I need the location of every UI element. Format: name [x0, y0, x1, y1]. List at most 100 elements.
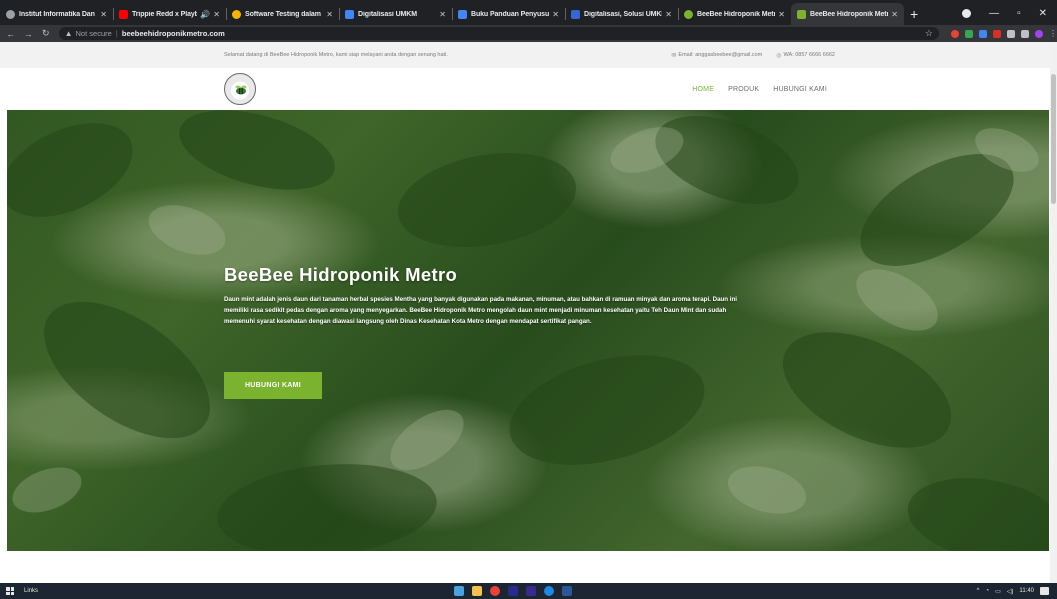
site-header: HOME PRODUK HUBUNGI KAMI	[0, 68, 1057, 110]
email-text: Email: anggasbeebee@gmail.com	[678, 52, 763, 58]
pen-app-icon[interactable]	[454, 586, 464, 596]
whatsapp-text: WA: 0857 6666 6662	[783, 52, 835, 58]
tab-title: Software Testing dalam In	[245, 10, 324, 18]
browser-tab[interactable]: Digitalisasi, Solusi UMKM ✕	[565, 3, 678, 25]
close-icon[interactable]: ✕	[552, 10, 559, 19]
clock[interactable]: 11:40	[1019, 588, 1034, 594]
back-icon[interactable]: ←	[4, 29, 18, 39]
grid-icon	[571, 9, 580, 19]
notification-icon[interactable]	[1040, 587, 1049, 595]
chrome-icon[interactable]	[490, 586, 500, 596]
document-icon	[458, 9, 467, 19]
avatar[interactable]	[1034, 29, 1043, 38]
contact-info: ✉ Email: anggasbeebee@gmail.com ◎ WA: 08…	[671, 52, 835, 59]
file-explorer-icon[interactable]	[472, 586, 482, 596]
extension-icon[interactable]	[964, 29, 973, 38]
browser-tab-active[interactable]: BeeBee Hidroponik Metro ✕	[791, 3, 904, 25]
bookmark-star-icon[interactable]: ☆	[925, 28, 933, 39]
not-secure-label[interactable]: Not secure	[76, 29, 112, 38]
browser-tab[interactable]: Buku Panduan Penyusuna ✕	[452, 3, 565, 25]
globe-icon	[6, 9, 15, 19]
youtube-icon	[119, 9, 128, 19]
hubungi-kami-button[interactable]: HUBUNGI KAMI	[224, 372, 322, 399]
warning-icon[interactable]: ▲	[65, 29, 73, 38]
tab-title: Institut Informatika Dan Bi	[19, 10, 98, 18]
nav-hubungi-kami[interactable]: HUBUNGI KAMI	[773, 86, 827, 93]
website: Selamat datang di BeeBee Hidroponik Metr…	[0, 42, 1057, 583]
document-icon	[345, 9, 354, 19]
url-text[interactable]: beebeehidroponikmetro.com	[122, 29, 225, 38]
hero-description: Daun mint adalah jenis daun dari tanaman…	[224, 296, 738, 325]
forward-icon[interactable]: →	[22, 29, 36, 39]
premiere-icon[interactable]	[508, 586, 518, 596]
close-window-icon[interactable]: ✕	[1039, 8, 1047, 19]
site-logo[interactable]	[224, 73, 256, 105]
browser-app-icon[interactable]	[544, 586, 554, 596]
network-icon[interactable]: ◔	[986, 588, 990, 594]
close-icon[interactable]: ✕	[891, 10, 898, 19]
volume-icon[interactable]: ◁)	[1007, 588, 1014, 595]
browser-tab[interactable]: Software Testing dalam In ✕	[226, 3, 339, 25]
top-info-bar: Selamat datang di BeeBee Hidroponik Metr…	[0, 42, 1057, 68]
chevron-up-icon[interactable]: ^	[977, 588, 980, 594]
leaf-icon	[797, 9, 806, 19]
browser-tab[interactable]: Digitalisasi UMKM ✕	[339, 3, 452, 25]
windows-taskbar: Links ^ ◔ ▭ ◁) 11:40	[0, 583, 1057, 599]
close-icon[interactable]: ✕	[665, 10, 672, 19]
extension-icon[interactable]	[950, 29, 959, 38]
after-effects-icon[interactable]	[526, 586, 536, 596]
tab-title: Digitalisasi UMKM	[358, 10, 417, 18]
welcome-text: Selamat datang di BeeBee Hidroponik Metr…	[224, 52, 448, 58]
tab-title: BeeBee Hidroponik Metro	[697, 10, 776, 18]
whatsapp-icon: ◎	[776, 52, 782, 59]
url-separator: |	[115, 29, 118, 38]
page-scrollbar[interactable]	[1050, 42, 1057, 583]
close-icon[interactable]: ✕	[778, 10, 785, 19]
links-toolbar[interactable]: Links	[24, 588, 38, 594]
tab-title: Digitalisasi, Solusi UMKM	[584, 10, 663, 18]
tab-title: Buku Panduan Penyusuna	[471, 10, 550, 18]
close-icon[interactable]: ✕	[213, 10, 220, 19]
nav-produk[interactable]: PRODUK	[728, 86, 759, 93]
tab-title: Trippie Redd x Playbo	[132, 10, 198, 18]
word-icon[interactable]	[562, 586, 572, 596]
bee-logo-icon	[235, 85, 247, 95]
browser-tab[interactable]: BeeBee Hidroponik Metro ✕	[678, 3, 791, 25]
nav-home[interactable]: HOME	[692, 86, 714, 93]
speaker-icon[interactable]: 🔊	[200, 10, 210, 19]
main-nav: HOME PRODUK HUBUNGI KAMI	[692, 86, 827, 93]
close-icon[interactable]: ✕	[439, 10, 446, 19]
email-contact[interactable]: ✉ Email: anggasbeebee@gmail.com	[671, 52, 762, 59]
reload-icon[interactable]: ↻	[39, 28, 53, 39]
address-bar[interactable]: ▲ Not secure | beebeehidroponikmetro.com…	[58, 27, 939, 40]
taskbar-apps	[454, 586, 572, 596]
extension-icon[interactable]	[992, 29, 1001, 38]
battery-icon[interactable]: ▭	[995, 588, 1001, 595]
extension-icon[interactable]	[978, 29, 987, 38]
minimize-icon[interactable]: —	[989, 8, 999, 19]
maximize-icon[interactable]: ▫	[1017, 8, 1021, 19]
hero-overlay	[7, 110, 1049, 551]
leaf-icon	[684, 9, 693, 19]
close-icon[interactable]: ✕	[100, 10, 107, 19]
hero-banner: BeeBee Hidroponik Metro Daun mint adalah…	[7, 110, 1049, 551]
close-icon[interactable]: ✕	[326, 10, 333, 19]
profile-icon[interactable]	[962, 9, 972, 18]
puzzle-icon[interactable]	[1006, 29, 1015, 38]
window-controls: — ▫ ✕	[962, 8, 1057, 19]
hero-title: BeeBee Hidroponik Metro	[224, 264, 458, 285]
new-tab-icon[interactable]: +	[910, 6, 918, 22]
menu-icon[interactable]: ⋮	[1049, 29, 1057, 38]
whatsapp-contact[interactable]: ◎ WA: 0857 6666 6662	[776, 52, 835, 59]
tab-title: BeeBee Hidroponik Metro	[810, 10, 889, 18]
browser-toolbar: ← → ↻ ▲ Not secure | beebeehidroponikmet…	[0, 25, 1057, 42]
system-tray: ^ ◔ ▭ ◁) 11:40	[977, 587, 1049, 595]
scrollbar-thumb[interactable]	[1051, 74, 1056, 204]
browser-tab[interactable]: Institut Informatika Dan Bi ✕	[0, 3, 113, 25]
browser-tab[interactable]: Trippie Redd x Playbo 🔊 ✕	[113, 3, 226, 25]
extension-bar: ⋮	[950, 29, 1057, 38]
browser-tab-strip: Institut Informatika Dan Bi ✕ Trippie Re…	[0, 0, 1057, 25]
mail-icon: ✉	[671, 52, 677, 59]
windows-start-icon[interactable]	[6, 587, 14, 595]
reading-list-icon[interactable]	[1020, 29, 1029, 38]
